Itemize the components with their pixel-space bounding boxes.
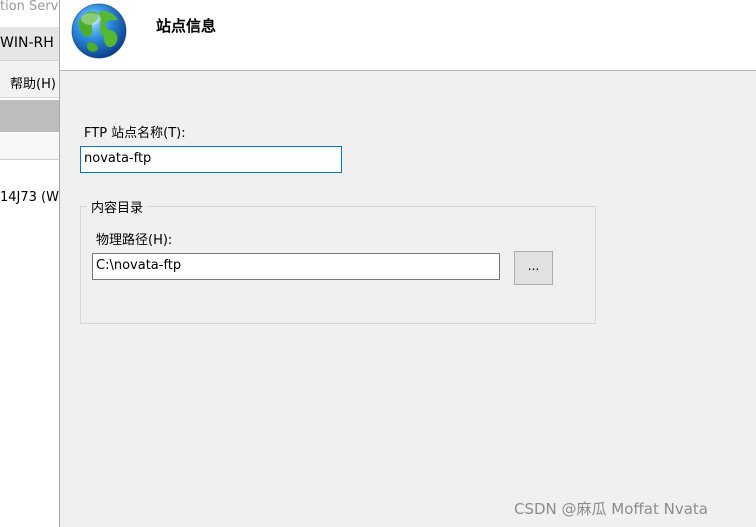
page-title: 站点信息 [156,17,217,35]
site-name-label: FTP 站点名称(T): [84,126,186,141]
watermark-text: CSDN @麻瓜 Moffat Nvata [514,500,708,518]
add-ftp-site-dialog: 站点信息 FTP 站点名称(T): novata-ftp 内容目录 物理路径(H… [59,0,756,527]
background-window: tion Serv WIN-RH 帮助(H) 14J73 (W [0,0,60,527]
address-bar-text: WIN-RH [0,35,54,51]
globe-icon [71,3,127,59]
toolbar-band [0,100,60,132]
menu-bar: 帮助(H) [0,61,60,98]
physical-path-label: 物理路径(H): [96,233,173,248]
browse-button[interactable]: ... [514,251,553,285]
background-window-title: tion Serv [0,0,59,14]
content-directory-legend: 内容目录 [87,197,148,216]
connections-header [0,134,60,160]
address-bar[interactable]: WIN-RH [0,27,60,61]
tree-node-server[interactable]: 14J73 (W [0,190,59,205]
dialog-header: 站点信息 [60,0,756,71]
physical-path-input[interactable]: C:\novata-ftp [92,253,500,280]
menu-item-help[interactable]: 帮助(H) [10,73,56,92]
site-name-input[interactable]: novata-ftp [80,146,342,173]
